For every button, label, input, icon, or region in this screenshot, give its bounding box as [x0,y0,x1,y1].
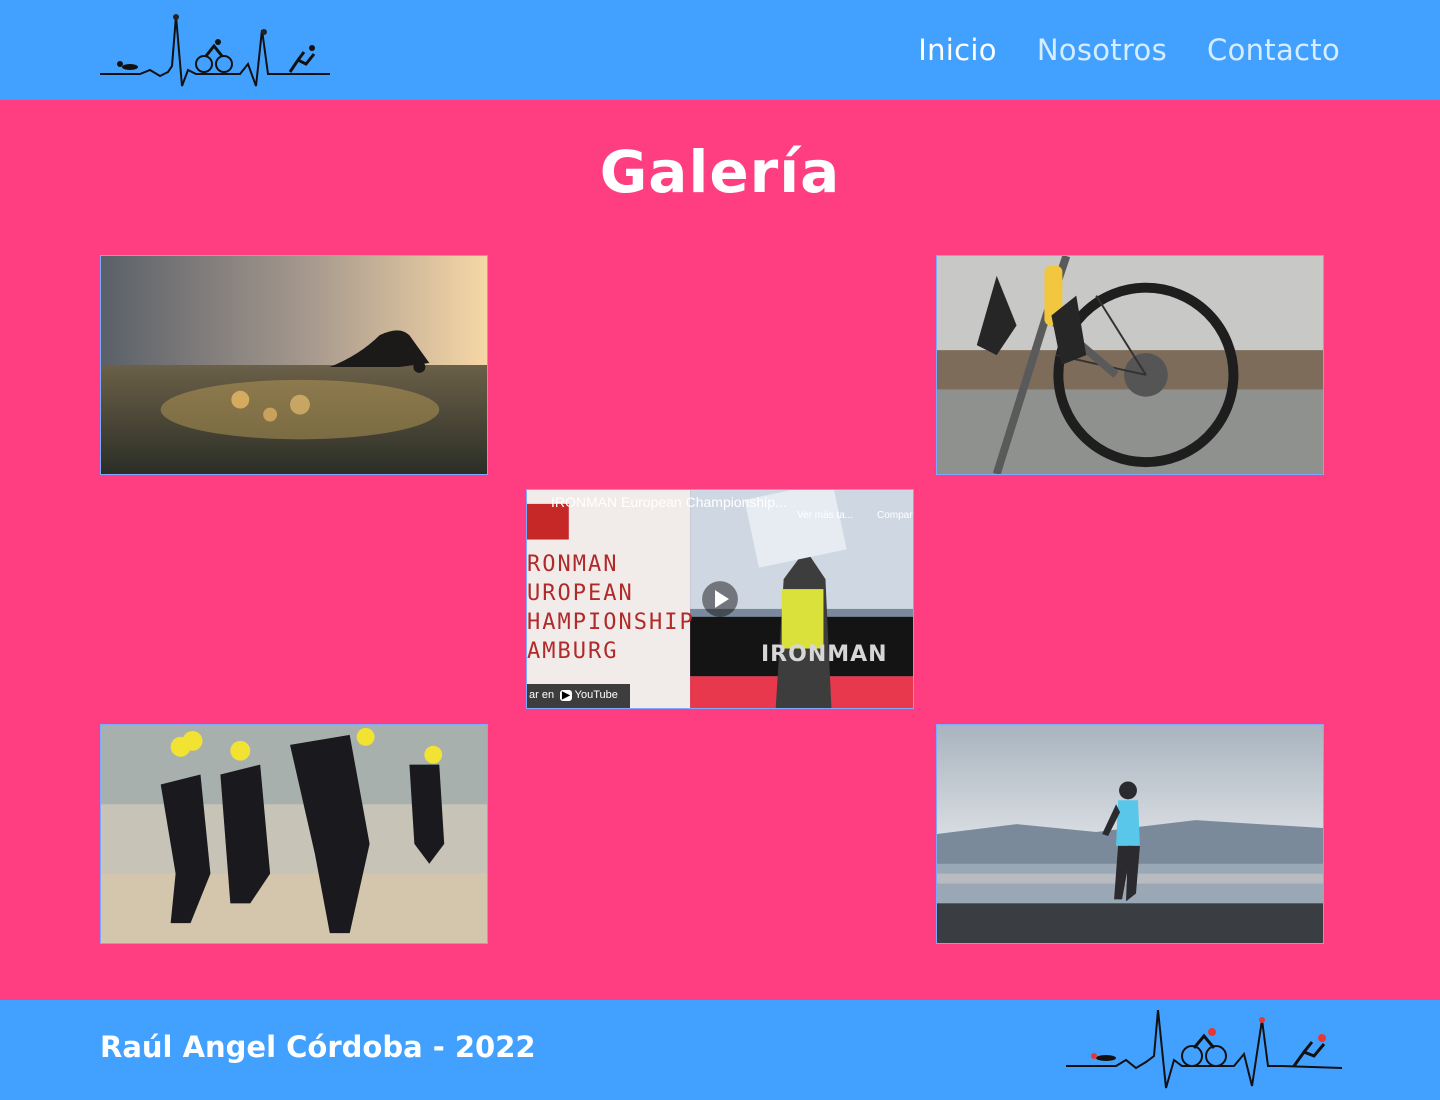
triathlon-logo-footer-icon[interactable] [1066,1009,1343,1090]
swimmer-photo-icon [101,256,487,474]
video-title[interactable]: IRONMAN European Championship... [551,494,787,510]
video-brand-text: RONMAN UROPEAN HAMPIONSHIP AMBURG [527,552,695,664]
watch-label: ar en [529,689,555,701]
youtube-video-embed[interactable]: IRONMAN European Championship... Ver más… [526,489,914,709]
nav-nosotros[interactable]: Nosotros [1037,28,1167,72]
open-water-swimmers-photo-icon [101,725,487,943]
bicycle-photo-icon [937,256,1323,474]
nav-contacto[interactable]: Contacto [1207,28,1340,72]
youtube-logo-icon: ▶ [560,690,572,701]
nav-inicio[interactable]: Inicio [918,28,997,72]
gallery-image-swimmers-exit[interactable] [100,724,488,944]
page-title: Galería [599,138,841,206]
youtube-label: YouTube [574,689,618,701]
site-header: Inicio Nosotros Contacto [0,0,1440,100]
runner-photo-icon [937,725,1323,943]
triathlon-logo-icon[interactable] [100,12,330,92]
gallery-image-swimmer[interactable] [100,255,488,475]
gallery-image-runner[interactable] [936,724,1324,944]
share-label[interactable]: Compar [877,510,913,521]
ironman-banner: IRONMAN [761,642,888,667]
main-nav: Inicio Nosotros Contacto [918,28,1340,72]
gallery-image-bicycle[interactable] [936,255,1324,475]
watch-later-label[interactable]: Ver más ta... [797,510,853,521]
footer-credit: Raúl Angel Córdoba - 2022 [100,1030,536,1064]
watch-on-youtube-button[interactable]: ar en ▶ YouTube [527,684,630,708]
